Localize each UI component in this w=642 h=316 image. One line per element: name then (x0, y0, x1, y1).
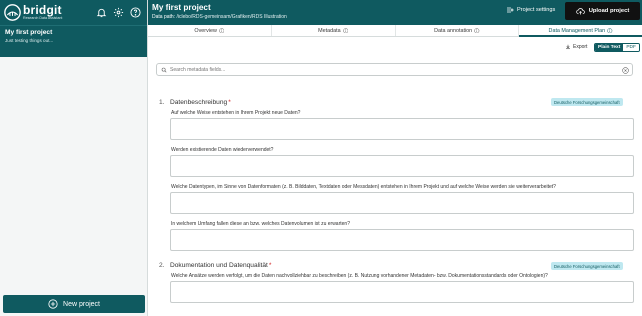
clear-icon[interactable] (622, 66, 629, 74)
answer-field[interactable] (170, 192, 634, 214)
search-input[interactable] (170, 65, 610, 74)
info-icon (219, 27, 225, 34)
brand-tagline: Research Data Assistant (23, 16, 63, 21)
search-bar (156, 63, 633, 76)
download-icon (566, 44, 570, 50)
tab-data-annotation[interactable]: Data annotation (396, 25, 520, 36)
project-settings-label: Project settings (517, 7, 556, 13)
question-label: Werden existierende Daten wiederverwende… (171, 147, 274, 153)
dfg-badge: Deutsche Forschungsgemeinschaft (551, 262, 623, 270)
help-icon[interactable] (130, 7, 141, 18)
question-label: In welchem Umfang fallen diese an bzw. w… (171, 221, 350, 227)
plus-circle-icon (48, 299, 58, 309)
header: My first project Data path: /iclebo/RDS-… (148, 0, 642, 25)
info-icon (342, 27, 348, 34)
dfg-badge: Deutsche Forschungsgemeinschaft (551, 98, 623, 106)
format-toggle: Plain Text PDF (594, 43, 640, 52)
tab-label: Overview (194, 27, 217, 34)
bridgit-logo-icon (4, 4, 21, 21)
question-label: Auf welche Weise entstehen in Ihrem Proj… (171, 110, 301, 116)
new-project-label: New project (63, 300, 100, 308)
tab-label: Data annotation (434, 27, 473, 34)
section-title-text: Datenbeschreibung (170, 99, 228, 106)
upload-icon (575, 7, 585, 14)
search-icon (161, 67, 167, 73)
data-path: Data path: /iclebo/RDS-gemeinsam/Grafike… (152, 14, 287, 20)
section-title-text: Dokumentation und Datenqualität (170, 262, 268, 269)
info-icon (474, 27, 480, 34)
tab-overview[interactable]: Overview (148, 25, 272, 36)
section-title: Dokumentation und Datenqualität* (170, 262, 271, 269)
sidebar: bridgit Research Data Assistant My first… (0, 0, 148, 316)
settings-list-icon (507, 7, 514, 13)
tab-data-management-plan[interactable]: Data Management Plan (519, 25, 642, 37)
project-settings-button[interactable]: Project settings (506, 6, 555, 14)
tab-label: Metadata (318, 27, 341, 34)
format-plain-text-option[interactable]: Plain Text (595, 44, 624, 51)
brand-name: bridgit (23, 3, 62, 18)
section-number: 2. (159, 262, 165, 269)
logo[interactable]: bridgit Research Data Assistant (4, 4, 62, 21)
export-label: Export (573, 44, 588, 50)
page-title: My first project (152, 3, 211, 12)
export-button[interactable]: Export (565, 44, 587, 50)
section-number: 1. (159, 99, 165, 106)
data-path-label: Data path: (152, 14, 176, 20)
answer-field[interactable] (170, 118, 634, 140)
answer-field[interactable] (170, 229, 634, 251)
data-path-value: /iclebo/RDS-gemeinsam/Grafiken/RDS Illus… (176, 14, 287, 20)
gear-icon[interactable] (113, 7, 124, 18)
answer-field[interactable] (170, 155, 634, 177)
new-project-button[interactable]: New project (3, 295, 145, 313)
info-icon (607, 27, 613, 34)
required-marker: * (228, 99, 231, 106)
upload-project-label: Upload project (588, 8, 630, 14)
brand-icons (96, 7, 147, 18)
project-card[interactable]: My first project Just testing things out… (0, 25, 147, 57)
required-marker: * (268, 262, 272, 269)
format-pdf-option[interactable]: PDF (623, 44, 639, 51)
tab-label: Data Management Plan (548, 27, 606, 34)
answer-field[interactable] (170, 281, 634, 303)
brand-bar: bridgit Research Data Assistant (0, 0, 147, 25)
tab-bar: Overview Metadata Data annotation Data M… (148, 25, 642, 37)
section-title: Datenbeschreibung* (170, 99, 231, 106)
tab-metadata[interactable]: Metadata (272, 25, 396, 36)
bell-icon[interactable] (96, 7, 107, 18)
project-card-description: Just testing things out... (5, 38, 54, 43)
question-label: Welche Ansätze werden verfolgt, um die D… (171, 273, 548, 279)
upload-project-button[interactable]: Upload project (565, 2, 640, 20)
question-label: Welche Datentypen, im Sinne von Datenfor… (171, 184, 556, 190)
project-card-title: My first project (5, 29, 53, 36)
